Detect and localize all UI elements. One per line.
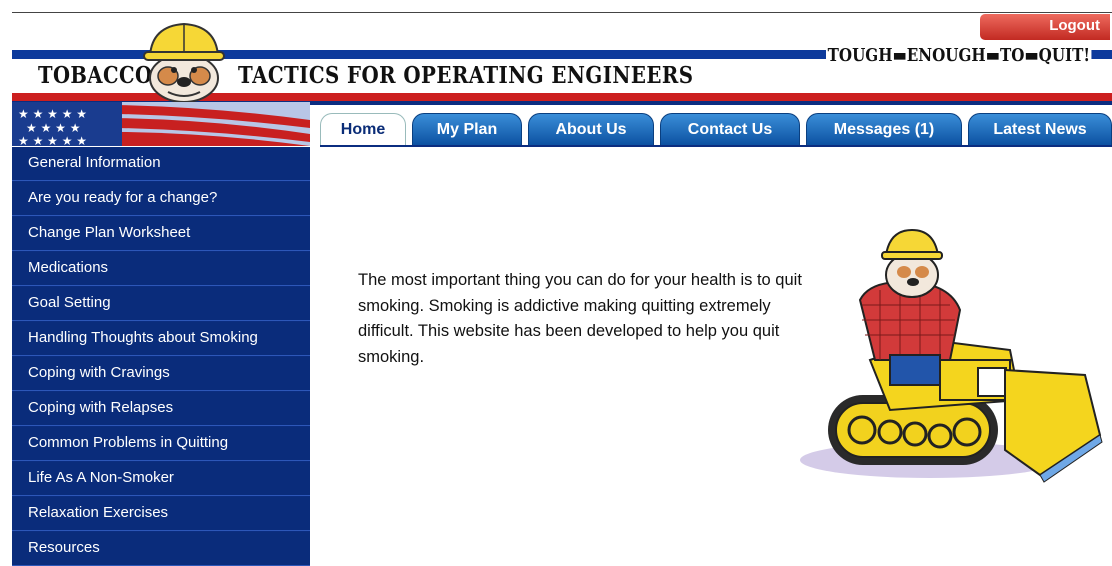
bulldog-mascot-logo [143, 22, 225, 103]
site-title-tactics: TACTICS FOR OPERATING ENGINEERS [238, 62, 694, 89]
sidebar-item-relaxation-exercises[interactable]: Relaxation Exercises [12, 497, 310, 531]
slogan: TOUGH▬ENOUGH▬TO▬QUIT! [826, 45, 1092, 66]
intro-paragraph: The most important thing you can do for … [358, 271, 802, 366]
site-title-tobacco: TOBACCO [38, 62, 153, 89]
tab-contact-us[interactable]: Contact Us [660, 113, 800, 146]
top-border [12, 12, 1112, 13]
sidebar-item-medications[interactable]: Medications [12, 252, 310, 286]
sidebar-item-general-information[interactable]: General Information [12, 147, 310, 181]
sidebar-item-life-non-smoker[interactable]: Life As A Non-Smoker [12, 462, 310, 496]
sidebar-item-ready-for-change[interactable]: Are you ready for a change? [12, 182, 310, 216]
svg-text:★ ★ ★ ★ ★: ★ ★ ★ ★ ★ [18, 107, 87, 121]
tab-about-us[interactable]: About Us [528, 113, 654, 146]
sidebar-item-common-problems[interactable]: Common Problems in Quitting [12, 427, 310, 461]
sidebar-item-resources[interactable]: Resources [12, 532, 310, 566]
svg-text:★ ★ ★ ★ ★: ★ ★ ★ ★ ★ [18, 134, 87, 146]
sidebar-item-goal-setting[interactable]: Goal Setting [12, 287, 310, 321]
sidebar-item-handling-thoughts[interactable]: Handling Thoughts about Smoking [12, 322, 310, 356]
tab-home[interactable]: Home [320, 113, 406, 146]
tab-messages[interactable]: Messages (1) [806, 113, 962, 146]
main-tab-bar: Home My Plan About Us Contact Us Message… [320, 113, 1112, 147]
sidebar-item-coping-cravings[interactable]: Coping with Cravings [12, 357, 310, 391]
logout-button[interactable]: Logout [980, 14, 1110, 40]
tab-bar-underline [320, 145, 1112, 147]
tab-latest-news[interactable]: Latest News [968, 113, 1112, 146]
sidebar-nav: General Information Are you ready for a … [12, 147, 310, 566]
american-flag-graphic: ★ ★ ★ ★ ★ ★ ★ ★ ★ ★ ★ ★ ★ ★ [12, 102, 310, 146]
svg-text:★ ★ ★ ★: ★ ★ ★ ★ [26, 121, 80, 135]
bulldog-bulldozer-illustration [800, 228, 1103, 483]
sidebar-item-change-plan-worksheet[interactable]: Change Plan Worksheet [12, 217, 310, 251]
sidebar-item-coping-relapses[interactable]: Coping with Relapses [12, 392, 310, 426]
tab-my-plan[interactable]: My Plan [412, 113, 522, 146]
